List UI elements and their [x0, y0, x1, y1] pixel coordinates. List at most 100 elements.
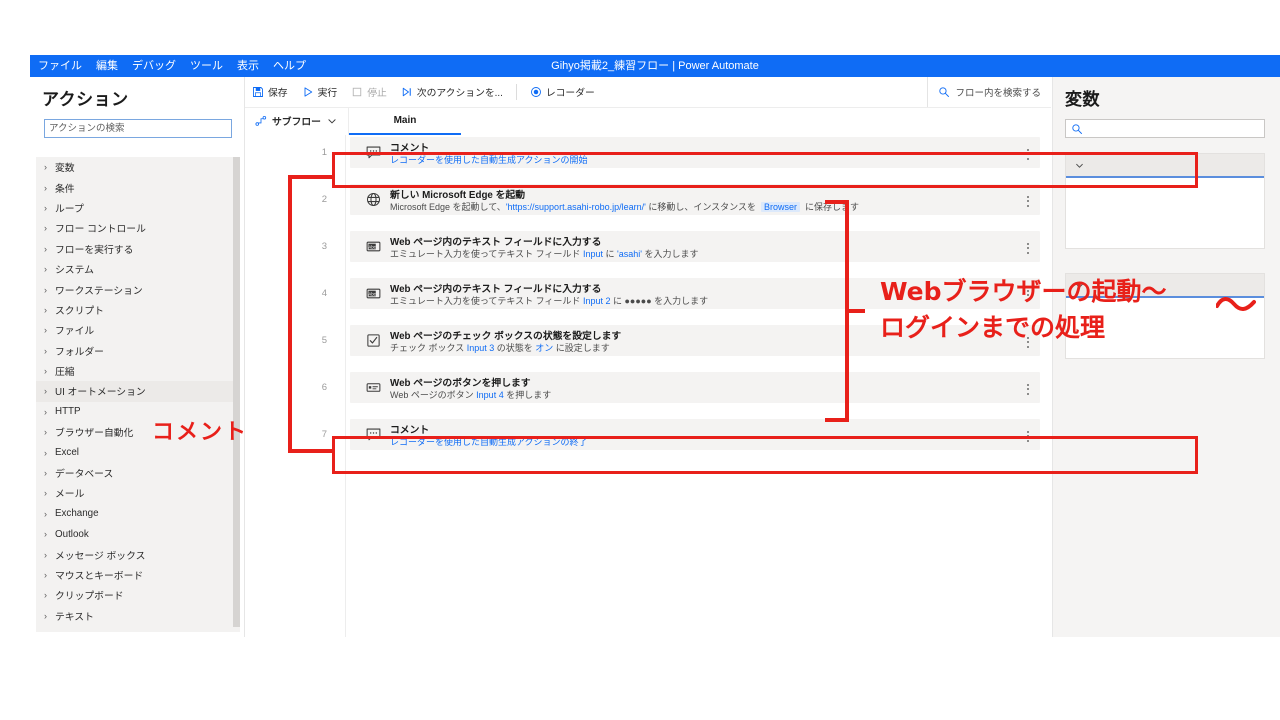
step-more-menu-icon[interactable] [1027, 287, 1030, 301]
action-category-item[interactable]: › 圧縮 [36, 361, 236, 381]
flow-step-row[interactable]: 7 コメント レコーダーを使用した自動生成アクションの終了 [245, 417, 1051, 452]
flow-step-card[interactable]: Web ページのボタンを押します Web ページのボタン Input 4 を押しま… [350, 372, 1040, 403]
stop-label: 停止 [367, 88, 387, 99]
actions-scrollbar-thumb[interactable] [233, 157, 240, 627]
actions-panel: アクション › 変数 › 条件 › ループ › フロー コントロール › フローを実行する › システ… [30, 77, 245, 637]
flow-search-box[interactable]: フロー内を検索する [927, 77, 1051, 107]
stop-button[interactable]: 停止 [344, 77, 394, 107]
action-category-item[interactable]: › メッセージ ボックス [36, 544, 236, 564]
flow-step-card[interactable]: 新しい Microsoft Edge を起動 Microsoft Edge を起動… [350, 184, 1040, 215]
chevron-right-icon: › [44, 468, 47, 479]
flow-step-row[interactable]: 2 新しい Microsoft Edge を起動 Microsoft Edge を起… [245, 182, 1051, 217]
step-more-menu-icon[interactable] [1027, 193, 1030, 207]
step-more-menu-icon[interactable] [1027, 334, 1030, 348]
step-description: Microsoft Edge を起動して、'https://support.as… [390, 202, 860, 212]
step-number: 2 [321, 194, 327, 205]
action-category-item[interactable]: › メール [36, 483, 236, 503]
step-more-menu-icon[interactable] [1027, 381, 1030, 395]
actions-panel-title: アクション [42, 90, 129, 109]
action-category-item[interactable]: › 条件 [36, 177, 236, 197]
chevron-right-icon: › [44, 427, 47, 438]
action-category-label: フローを実行する [55, 244, 134, 256]
action-category-label: テキスト [55, 611, 94, 623]
action-category-label: UI オートメーション [55, 387, 146, 399]
action-category-item[interactable]: › Exchange [36, 504, 236, 524]
save-button[interactable]: 保存 [245, 77, 295, 107]
action-category-item[interactable]: › スクリプト [36, 300, 236, 320]
step-description: Web ページのボタン Input 4 を押します [390, 390, 552, 400]
run-button[interactable]: 実行 [295, 77, 345, 107]
chevron-down-icon [326, 115, 338, 127]
action-category-item[interactable]: › マウスとキーボード [36, 565, 236, 585]
chevron-right-icon: › [44, 345, 47, 356]
flow-step-row[interactable]: 1 コメント レコーダーを使用した自動生成アクションの開始 [245, 135, 1051, 170]
step-title: Web ページ内のテキスト フィールドに入力する [390, 237, 602, 248]
action-category-item[interactable]: › Outlook [36, 524, 236, 544]
variables-group-header[interactable] [1066, 274, 1264, 298]
flow-step-row[interactable]: 3 Abc Web ページ内のテキスト フィールドに入力する エミュレート入力を使って… [245, 229, 1051, 264]
step-more-menu-icon[interactable] [1027, 428, 1030, 442]
action-category-label: ワークステーション [55, 285, 143, 297]
action-category-item[interactable]: › フォルダー [36, 341, 236, 361]
action-category-list[interactable]: › 変数 › 条件 › ループ › フロー コントロール › フローを実行する › システム › ワークス… [36, 157, 236, 632]
action-category-item[interactable]: › フローを実行する [36, 239, 236, 259]
step-more-menu-icon[interactable] [1027, 146, 1030, 160]
variables-search-input[interactable] [1065, 119, 1265, 138]
flow-step-card[interactable]: Abc Web ページ内のテキスト フィールドに入力する エミュレート入力を使ってテ… [350, 278, 1040, 309]
action-category-item[interactable]: › HTTP [36, 402, 236, 422]
variables-group-header[interactable] [1066, 154, 1264, 178]
action-category-item[interactable]: › Excel [36, 442, 236, 462]
menu-item-debug[interactable]: デバッグ [132, 55, 176, 77]
chevron-right-icon: › [44, 488, 47, 499]
flow-step-card[interactable]: コメント レコーダーを使用した自動生成アクションの終了 [350, 419, 1040, 450]
variables-group-output[interactable] [1065, 273, 1265, 359]
step-description: レコーダーを使用した自動生成アクションの終了 [390, 437, 588, 447]
menu-item-view[interactable]: 表示 [237, 55, 259, 77]
textfield-icon: Abc [366, 286, 381, 301]
action-category-item[interactable]: › ファイル [36, 320, 236, 340]
menu-item-tools[interactable]: ツール [190, 55, 223, 77]
action-category-item[interactable]: › システム [36, 259, 236, 279]
chevron-right-icon: › [44, 223, 47, 234]
action-category-item[interactable]: › 変数 [36, 157, 236, 177]
next-action-button[interactable]: 次のアクションを... [394, 77, 510, 107]
flow-step-row[interactable]: 5 Web ページのチェック ボックスの状態を設定します チェック ボックス Inp… [245, 323, 1051, 358]
menu-item-help[interactable]: ヘルプ [273, 55, 306, 77]
step-title: Web ページのボタンを押します [390, 378, 531, 389]
action-category-item[interactable]: › ループ [36, 198, 236, 218]
save-label: 保存 [268, 88, 288, 99]
tab-main[interactable]: Main [348, 107, 461, 135]
action-search-input[interactable] [44, 119, 232, 138]
menu-item-file[interactable]: ファイル [38, 55, 82, 77]
action-category-item[interactable]: › クリップボード [36, 585, 236, 605]
action-category-item[interactable]: › ワークステーション [36, 279, 236, 299]
chevron-right-icon: › [44, 243, 47, 254]
step-more-menu-icon[interactable] [1027, 240, 1030, 254]
action-category-item[interactable]: › フロー コントロール [36, 218, 236, 238]
variables-group-input[interactable] [1065, 153, 1265, 249]
chevron-right-icon: › [44, 386, 47, 397]
flow-step-card[interactable]: Abc Web ページ内のテキスト フィールドに入力する エミュレート入力を使ってテ… [350, 231, 1040, 262]
menu-item-edit[interactable]: 編集 [96, 55, 118, 77]
action-category-item[interactable]: › ブラウザー自動化 [36, 422, 236, 442]
flow-search-placeholder: フロー内を検索する [955, 88, 1041, 99]
action-category-item[interactable]: › UI オートメーション [36, 381, 236, 402]
stop-icon [351, 86, 363, 98]
recorder-button[interactable]: レコーダー [523, 77, 602, 107]
step-title: コメント [390, 143, 430, 154]
chevron-right-icon: › [44, 549, 47, 560]
flow-step-row[interactable]: 6 Web ページのボタンを押します Web ページのボタン Input 4 を押し… [245, 370, 1051, 405]
step-description: チェック ボックス Input 3 の状態を オン に設定します [390, 343, 610, 353]
flow-step-card[interactable]: コメント レコーダーを使用した自動生成アクションの開始 [350, 137, 1040, 168]
action-category-label: マウスとキーボード [55, 571, 144, 582]
flow-step-card[interactable]: Web ページのチェック ボックスの状態を設定します チェック ボックス Inpu… [350, 325, 1040, 356]
recorder-label: レコーダー [545, 88, 595, 99]
power-automate-window: Gihyo掲載2_練習フロー | Power Automate ファイル 編集 … [30, 55, 1280, 637]
recorder-icon [530, 86, 542, 98]
subflow-dropdown[interactable]: サブフロー [245, 107, 349, 135]
chevron-right-icon: › [44, 590, 47, 601]
action-category-item[interactable]: › テキスト [36, 606, 236, 626]
flow-step-row[interactable]: 4 Abc Web ページ内のテキスト フィールドに入力する エミュレート入力を使って… [245, 276, 1051, 311]
action-category-item[interactable]: › データベース [36, 463, 236, 483]
step-title: 新しい Microsoft Edge を起動 [390, 190, 525, 201]
